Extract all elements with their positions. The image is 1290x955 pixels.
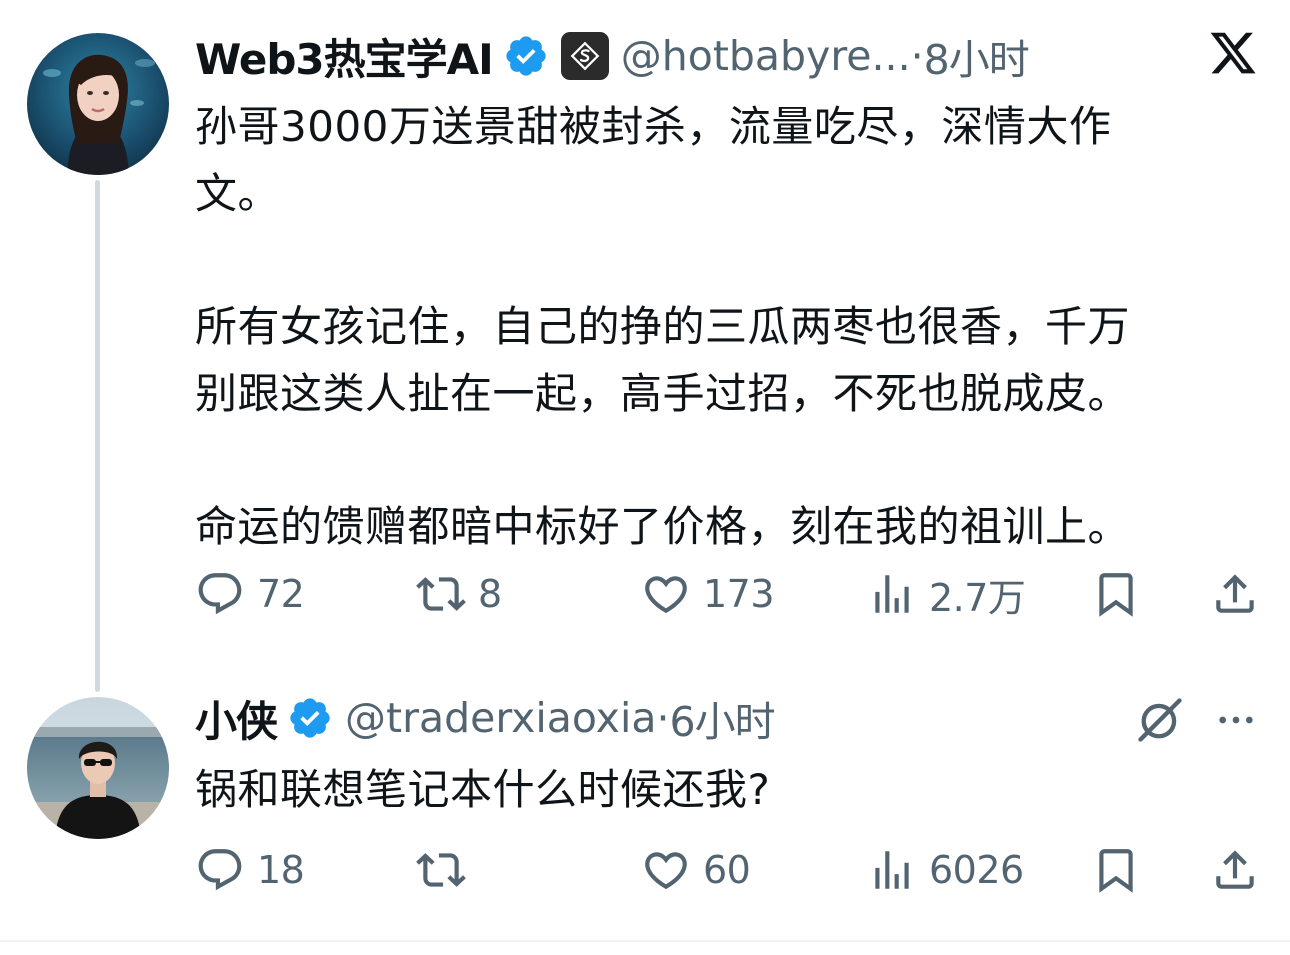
reply-icon: [198, 573, 242, 615]
reply-button[interactable]: 72: [195, 564, 305, 624]
reply-button[interactable]: 18: [195, 840, 305, 900]
timestamp[interactable]: 8小时: [924, 26, 1030, 86]
bookmark-button[interactable]: [1091, 840, 1141, 900]
tweet-paragraph: 锅和联想笔记本什么时候还我?: [195, 756, 770, 823]
views-count: 6026: [929, 848, 1024, 892]
thread-connector-line: [95, 180, 100, 692]
tweet-text-line: 别跟这类人扯在一起，高手过招，不死也脱成皮。: [195, 369, 1131, 418]
retweet-icon: [416, 577, 466, 611]
views-chart-icon: [875, 575, 909, 613]
avatar-image-xiaoxia: [27, 697, 169, 839]
bookmark-button[interactable]: [1091, 564, 1141, 624]
tweet-paragraph: 所有女孩记住，自己的挣的三瓜两枣也很香，千万 别跟这类人扯在一起，高手过招，不死…: [195, 293, 1130, 427]
retweet-button[interactable]: 8: [416, 564, 502, 624]
share-button[interactable]: [1210, 840, 1260, 900]
views-chart-icon: [875, 851, 909, 889]
more-icon[interactable]: [1213, 700, 1259, 740]
reply-icon: [198, 849, 242, 891]
reply-count: 72: [257, 572, 305, 616]
separator-dot: ·: [910, 32, 924, 80]
tweet-paragraph: 命运的馈赠都暗中标好了价格，刻在我的祖训上。: [195, 493, 1130, 560]
tweet-text-line: 命运的馈赠都暗中标好了价格，刻在我的祖训上。: [195, 502, 1131, 551]
share-icon: [1216, 850, 1254, 889]
x-logo-icon: [1208, 28, 1258, 78]
grok-icon[interactable]: [1134, 694, 1186, 746]
like-count: 173: [703, 572, 775, 616]
views-button[interactable]: 2.7万: [867, 564, 1026, 624]
retweet-button[interactable]: [416, 840, 478, 900]
tweet-action-bar: 72 8 173 2.7万: [195, 564, 1260, 624]
tweet-header: 小侠 @traderxiaoxia · 6小时: [195, 688, 776, 749]
like-button[interactable]: 60: [641, 840, 751, 900]
bookmark-icon: [1099, 573, 1133, 617]
verified-badge-icon: [287, 695, 333, 741]
heart-icon: [645, 576, 687, 614]
user-handle[interactable]: @hotbabyre...: [621, 32, 911, 80]
tweet-text-line: 文。: [195, 169, 281, 218]
reply-count: 18: [257, 848, 305, 892]
separator-dot: ·: [656, 694, 670, 742]
share-icon: [1216, 574, 1254, 613]
display-name[interactable]: Web3热宝学AI: [195, 26, 494, 87]
bookmark-icon: [1099, 849, 1133, 893]
verified-badge-icon: [503, 33, 549, 79]
tweet-text-line: 锅和联想笔记本什么时候还我?: [195, 765, 771, 814]
avatar[interactable]: [27, 697, 169, 839]
retweet-icon: [416, 853, 466, 887]
share-button[interactable]: [1210, 564, 1260, 624]
tweet-action-bar: 18 60 6026: [195, 840, 1260, 900]
tweet-text: 孙哥3000万送景甜被封杀，流量吃尽，深情大作 文。 所有女孩记住，自己的挣的三…: [195, 93, 1130, 560]
tweet-paragraph: 孙哥3000万送景甜被封杀，流量吃尽，深情大作 文。: [195, 93, 1130, 227]
like-count: 60: [703, 848, 751, 892]
heart-icon: [645, 852, 687, 890]
timestamp[interactable]: 6小时: [670, 688, 776, 748]
display-name[interactable]: 小侠: [195, 688, 278, 749]
tweet-text-line: 孙哥3000万送景甜被封杀，流量吃尽，深情大作: [195, 102, 1112, 151]
views-count: 2.7万: [929, 575, 1026, 620]
user-handle[interactable]: @traderxiaoxia: [345, 694, 656, 742]
avatar[interactable]: [27, 33, 169, 175]
views-button[interactable]: 6026: [867, 840, 1024, 900]
affiliate-badge-icon[interactable]: [560, 32, 609, 80]
tweet-text-line: 所有女孩记住，自己的挣的三瓜两枣也很香，千万: [195, 302, 1131, 351]
avatar-image-web3: [27, 33, 169, 175]
divider: [0, 940, 1290, 942]
like-button[interactable]: 173: [641, 564, 775, 624]
retweet-count: 8: [478, 572, 502, 616]
tweet-header: Web3热宝学AI @hotbabyre... · 8小时: [195, 26, 1030, 87]
tweet-text: 锅和联想笔记本什么时候还我?: [195, 756, 770, 823]
